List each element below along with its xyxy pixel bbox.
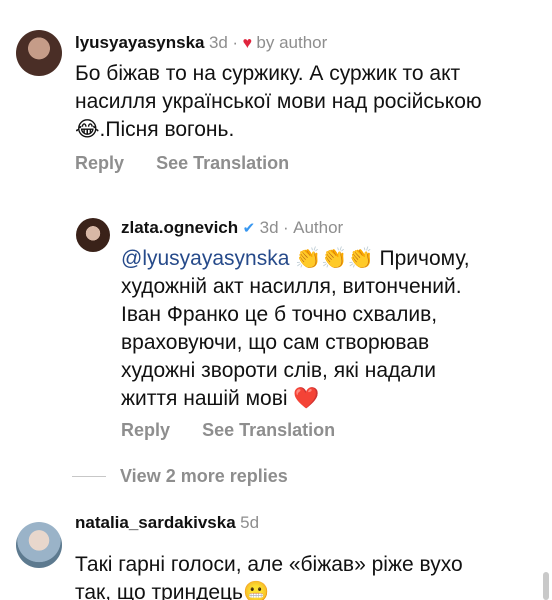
username[interactable]: natalia_sardakivska xyxy=(75,513,236,532)
avatar[interactable] xyxy=(76,218,110,252)
verified-badge-icon: ✔ xyxy=(242,220,256,237)
view-more-label: View 2 more replies xyxy=(120,466,288,486)
comment-line: художні звороти слів, які надали xyxy=(121,359,436,382)
comment-line: життя нашій мові xyxy=(121,387,294,410)
see-translation-button[interactable]: See Translation xyxy=(202,420,335,440)
comment-header: lyusyayasynska 3d · ♥ by author xyxy=(75,33,327,53)
reply-button[interactable]: Reply xyxy=(75,153,124,173)
username[interactable]: lyusyayasynska xyxy=(75,33,205,52)
separator: · xyxy=(283,218,289,237)
comment-header: zlata.ognevich ✔ 3d · Author xyxy=(121,218,343,238)
heart-icon: ♥ xyxy=(242,35,252,52)
username[interactable]: zlata.ognevich xyxy=(121,218,238,237)
heart-emoji: ❤️ xyxy=(293,387,320,410)
divider-line xyxy=(72,476,106,477)
comment-line: так, що триндець xyxy=(75,581,243,600)
timestamp: 3d xyxy=(208,33,228,52)
see-translation-button[interactable]: See Translation xyxy=(156,153,289,173)
comment-line: Бо біжав то на суржику. А суржик то акт xyxy=(75,62,461,85)
comment-line: насилля української мови над російською xyxy=(75,90,482,113)
comment-text: Бо біжав то на суржику. А суржик то акт … xyxy=(75,60,545,144)
timestamp: 5d xyxy=(240,513,260,532)
liked-by-author: by author xyxy=(256,33,328,52)
comment-line: враховуючи, що сам створював xyxy=(121,331,430,354)
comment-line: Такі гарні голоси, але «біжав» ріже вухо xyxy=(75,553,463,576)
timestamp: 3d xyxy=(259,218,279,237)
avatar[interactable] xyxy=(16,30,62,76)
laughing-emoji: 😂 xyxy=(75,118,100,141)
comment-line: .Пісня вогонь. xyxy=(99,118,235,141)
comment-text: Такі гарні голоси, але «біжав» ріже вухо… xyxy=(75,551,545,600)
mention-link[interactable]: @lyusyayasynska xyxy=(121,247,289,270)
comment-line: художній акт насилля, витончений. xyxy=(121,275,462,298)
author-label: Author xyxy=(293,218,344,237)
view-more-replies-button[interactable]: View 2 more replies xyxy=(72,466,288,487)
grimacing-emoji: 😬 xyxy=(243,581,270,600)
separator: · xyxy=(232,33,238,52)
comment-actions: Reply See Translation xyxy=(121,420,335,441)
comment-line: Іван Франко це б точно схвалив, xyxy=(121,303,438,326)
comment-line: Причому, xyxy=(373,247,470,270)
reply-text: @lyusyayasynska 👏👏👏 Причому, художній ак… xyxy=(121,245,521,413)
comment-header: natalia_sardakivska 5d xyxy=(75,513,259,533)
comment-actions: Reply See Translation xyxy=(75,153,289,174)
reply-button[interactable]: Reply xyxy=(121,420,170,440)
clapping-emoji: 👏👏👏 xyxy=(295,247,374,270)
avatar[interactable] xyxy=(16,522,62,568)
scrollbar[interactable] xyxy=(543,572,549,600)
